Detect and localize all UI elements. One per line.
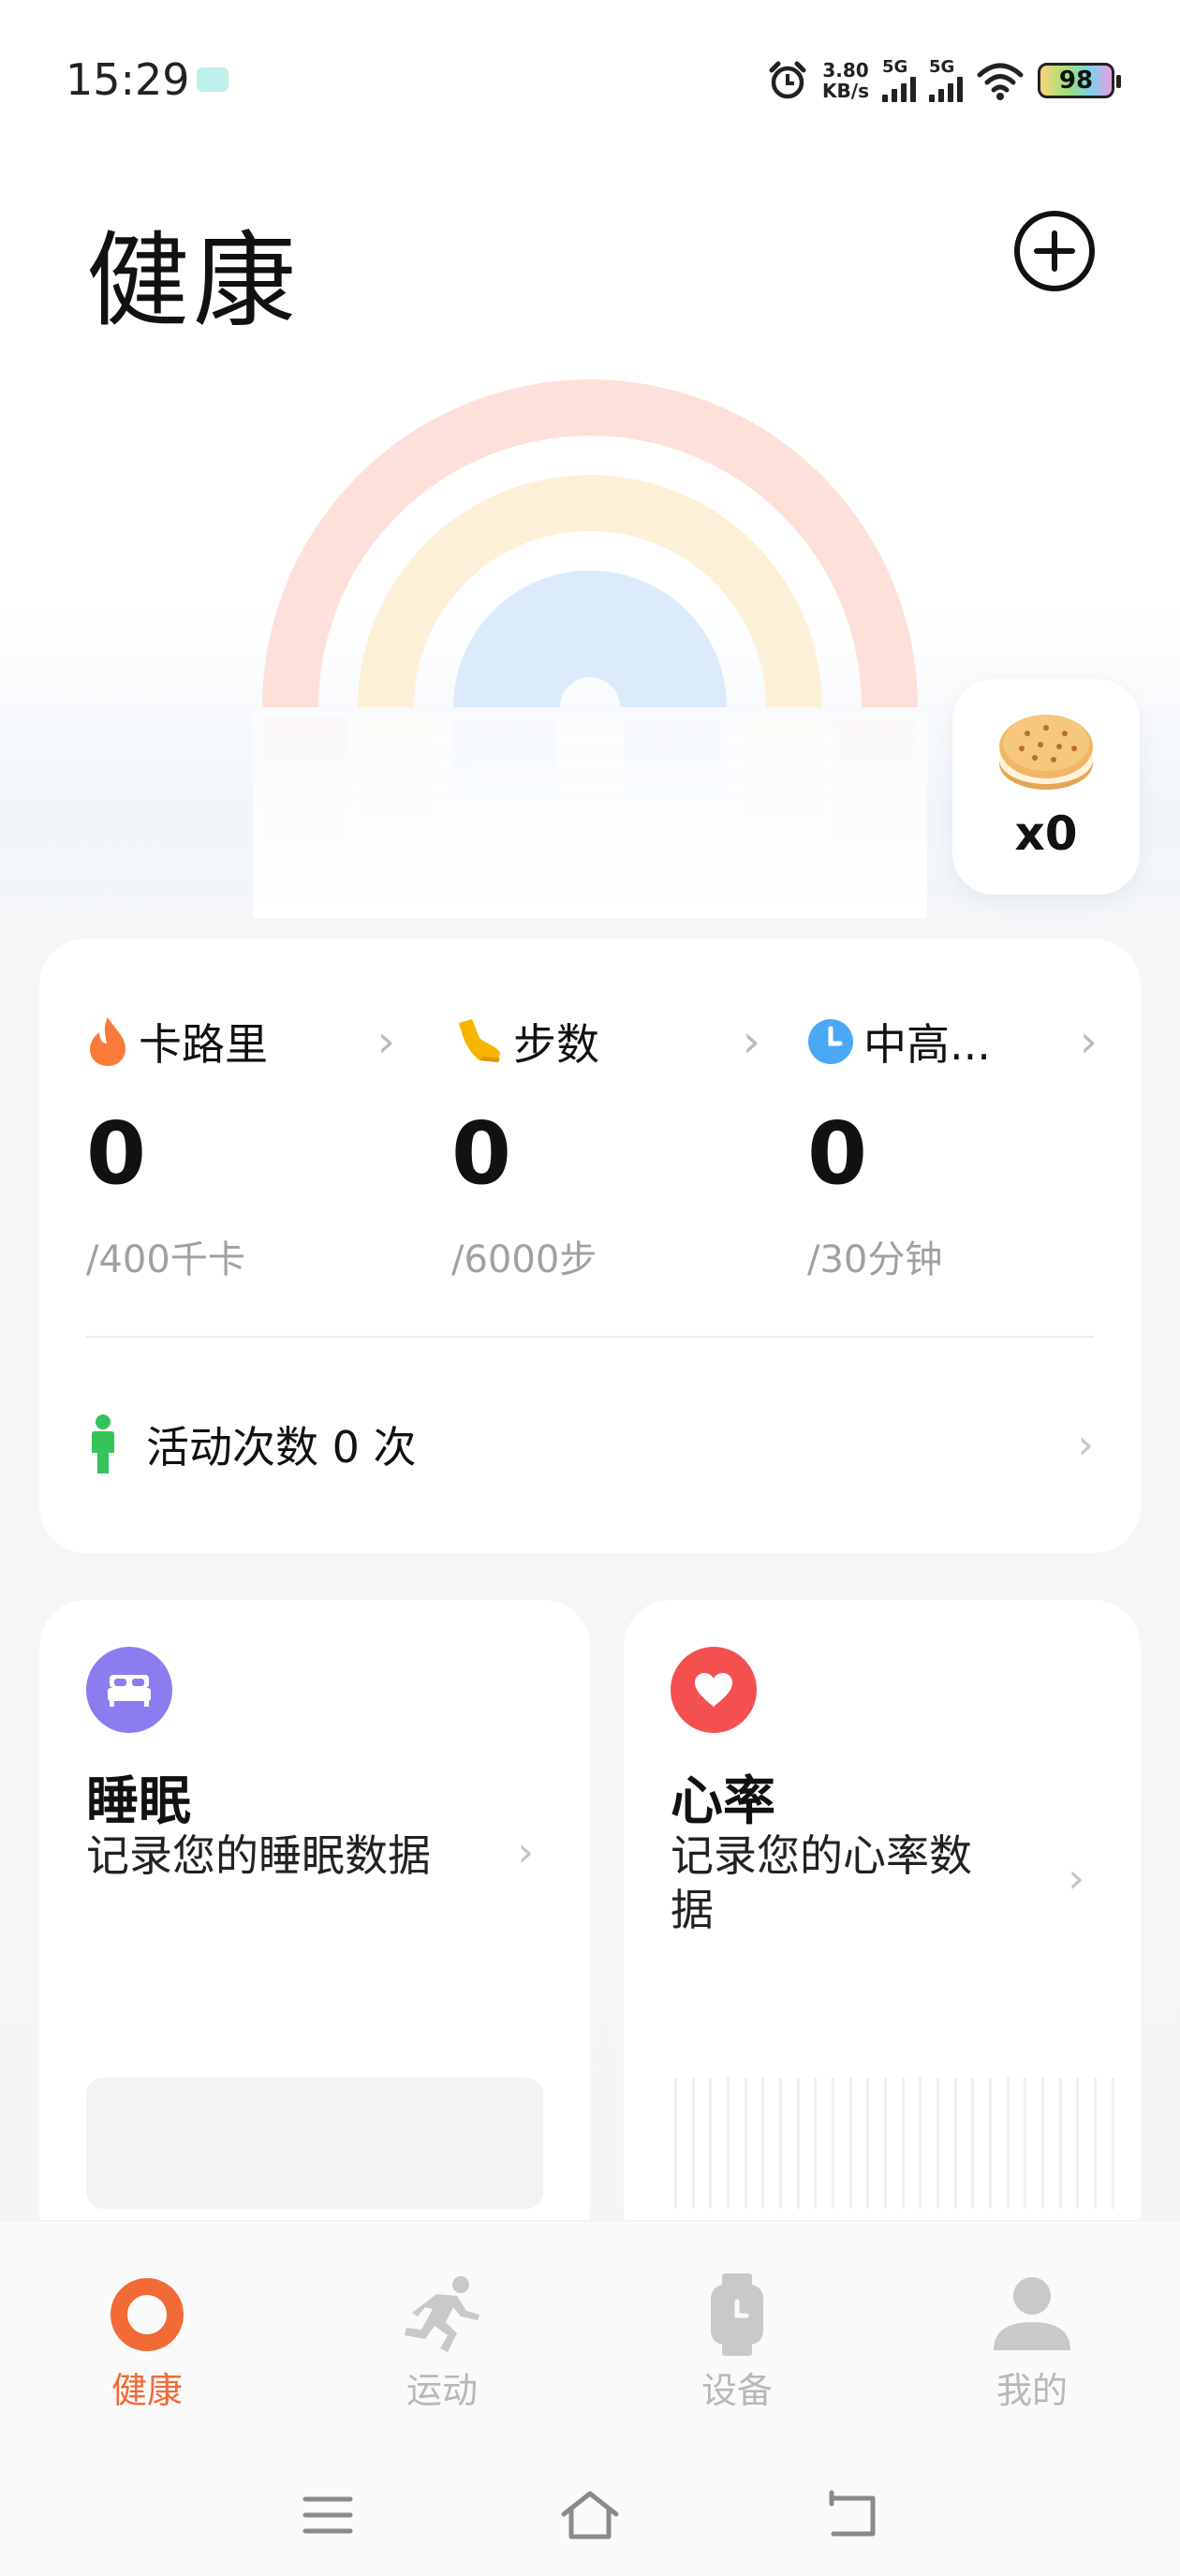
status-bar: 15:29 3.80 KB/s 5G 5G 98 [0, 0, 1180, 159]
divider [86, 1336, 1094, 1338]
chevron-right-icon: › [517, 1828, 534, 1876]
steps-value: 0 [451, 1103, 512, 1204]
home-icon [561, 2491, 619, 2539]
heart-icon [695, 1673, 732, 1707]
person-profile-icon [994, 2277, 1070, 2350]
flame-icon [90, 1017, 125, 1066]
nav-exercise-label: 运动 [406, 2370, 478, 2411]
net-speed-unit: KB/s [822, 80, 869, 102]
cookie-reward-card[interactable]: x0 [952, 679, 1140, 895]
signal-bars-icon [929, 76, 963, 102]
active-minutes-goal: /30分钟 [807, 1238, 943, 1281]
sim2-label: 5G [929, 57, 955, 77]
running-icon [405, 2276, 479, 2352]
net-speed: 3.80 KB/s [822, 60, 869, 101]
nav-devices[interactable]: 设备 [643, 2268, 831, 2413]
sim1-label: 5G [882, 57, 908, 77]
battery-level: 98 [1058, 67, 1094, 95]
chevron-right-icon: › [1068, 1855, 1084, 1902]
battery-icon: 98 [1038, 63, 1121, 98]
wifi-icon [977, 63, 1024, 100]
steps-metric[interactable]: 步数 › 0 /6000步 [451, 1008, 760, 1283]
home-button[interactable] [553, 2482, 627, 2548]
sleep-title: 睡眠 [86, 1771, 191, 1832]
chevron-right-icon: › [1077, 1420, 1094, 1469]
activity-rings-rainbow[interactable] [253, 375, 927, 918]
health-ring-icon [111, 2278, 184, 2351]
back-button[interactable] [815, 2482, 890, 2548]
steps-label: 步数 [513, 1019, 599, 1070]
back-icon [829, 2490, 876, 2537]
chevron-right-icon: › [742, 1015, 760, 1068]
activity-count-row[interactable]: 活动次数 0 次 › [86, 1388, 1094, 1501]
status-indicators: 3.80 KB/s 5G 5G 98 [766, 52, 1121, 109]
calorie-label: 卡路里 [139, 1019, 268, 1070]
person-icon [92, 1414, 114, 1473]
add-button[interactable] [1014, 211, 1095, 291]
sleep-card[interactable]: 睡眠 记录您的睡眠数据 › [39, 1600, 590, 2256]
nav-health[interactable]: 健康 [53, 2268, 241, 2413]
watch-icon [711, 2273, 763, 2356]
nav-exercise[interactable]: 运动 [348, 2268, 536, 2413]
signal-sim2: 5G [929, 59, 963, 102]
sleep-badge [86, 1647, 172, 1733]
chevron-right-icon: › [376, 1015, 395, 1068]
alarm-icon [769, 61, 806, 99]
activity-count-label: 活动次数 0 次 [146, 1422, 417, 1473]
signal-bars-icon [882, 76, 916, 102]
menu-button[interactable] [290, 2482, 365, 2548]
active-minutes-label: 中高... [863, 1019, 991, 1070]
calorie-value: 0 [86, 1103, 147, 1204]
heart-rate-chart-placeholder [674, 2078, 1114, 2209]
calorie-goal: /400千卡 [86, 1238, 245, 1281]
nav-devices-label: 设备 [701, 2370, 773, 2411]
plus-icon [1034, 230, 1075, 272]
heart-rate-badge [671, 1647, 757, 1733]
nav-profile-label: 我的 [996, 2370, 1068, 2411]
system-nav-bar [0, 2464, 1180, 2557]
calorie-metric[interactable]: 卡路里 › 0 /400千卡 [86, 1008, 395, 1283]
active-minutes-ring [453, 570, 727, 707]
active-minutes-value: 0 [807, 1103, 868, 1204]
bed-icon [108, 1675, 151, 1707]
clock-icon [808, 1019, 853, 1064]
cookie-count: x0 [1014, 807, 1078, 861]
sleep-description: 记录您的睡眠数据 [86, 1830, 431, 1881]
page-title: 健康 [86, 221, 300, 341]
menu-icon [302, 2496, 353, 2534]
active-minutes-metric[interactable]: 中高... › 0 /30分钟 [807, 1008, 1098, 1283]
cookie-icon [999, 715, 1093, 790]
nav-profile[interactable]: 我的 [938, 2268, 1126, 2413]
nav-health-label: 健康 [111, 2370, 183, 2411]
shoe-icon [459, 1019, 500, 1062]
message-notification-icon [197, 67, 229, 92]
net-speed-value: 3.80 [822, 59, 869, 81]
heart-rate-title: 心率 [671, 1771, 775, 1832]
sleep-chart-placeholder [86, 2078, 543, 2209]
chevron-right-icon: › [1079, 1015, 1098, 1068]
steps-goal: /6000步 [451, 1238, 597, 1281]
status-time: 15:29 [66, 54, 190, 105]
heart-rate-description: 记录您的心率数据 [671, 1830, 972, 1935]
activity-summary-card: 卡路里 › 0 /400千卡 步数 › 0 /6000步 中高... › 0 /… [39, 939, 1141, 1553]
heart-rate-card[interactable]: 心率 记录您的心率数据 › [624, 1600, 1141, 2256]
signal-sim1: 5G [882, 59, 916, 102]
